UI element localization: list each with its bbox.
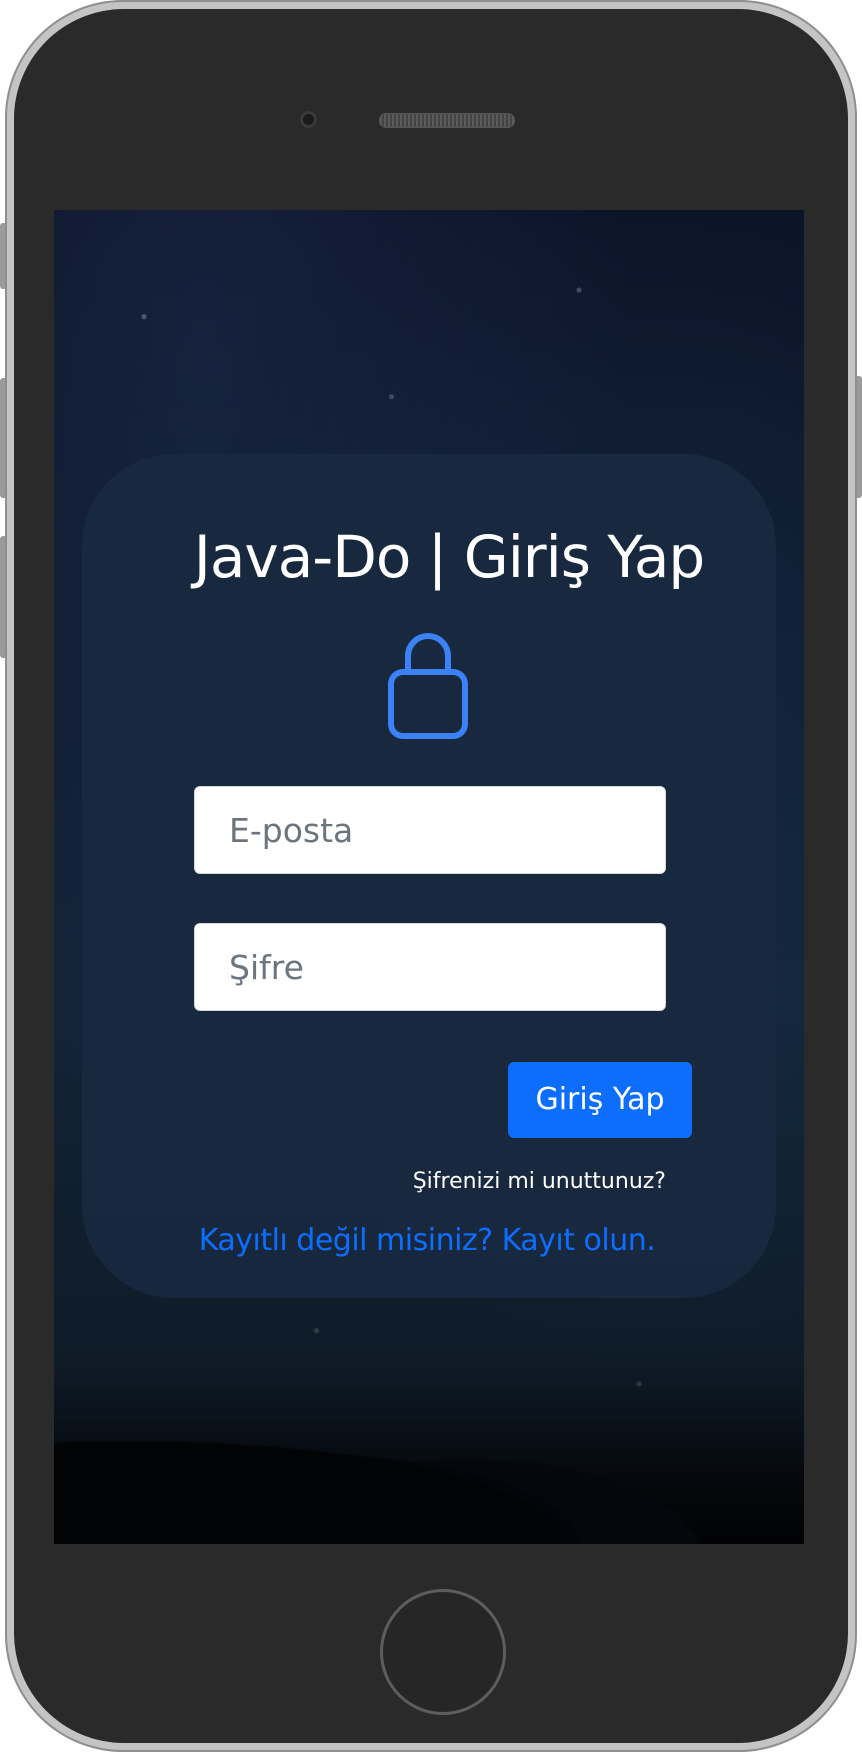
login-card: Java-Do | Giriş Yap Giriş Yap Şifrenizi … (82, 454, 776, 1298)
page-title: Java-Do | Giriş Yap (193, 523, 705, 591)
register-link[interactable]: Kayıtlı değil misiniz? Kayıt olun. (82, 1220, 772, 1262)
password-field[interactable] (194, 923, 666, 1011)
lock-icon (388, 633, 468, 739)
front-camera (300, 111, 317, 128)
earpiece-speaker (379, 113, 515, 128)
login-button[interactable]: Giriş Yap (508, 1062, 692, 1138)
home-button[interactable] (380, 1589, 506, 1715)
app-screen: Java-Do | Giriş Yap Giriş Yap Şifrenizi … (54, 210, 804, 1544)
device-mockup: Java-Do | Giriş Yap Giriş Yap Şifrenizi … (0, 0, 862, 1754)
email-field[interactable] (194, 786, 666, 874)
tree-silhouette-background (54, 1384, 804, 1544)
forgot-password-link[interactable]: Şifrenizi mi unuttunuz? (413, 1167, 666, 1197)
